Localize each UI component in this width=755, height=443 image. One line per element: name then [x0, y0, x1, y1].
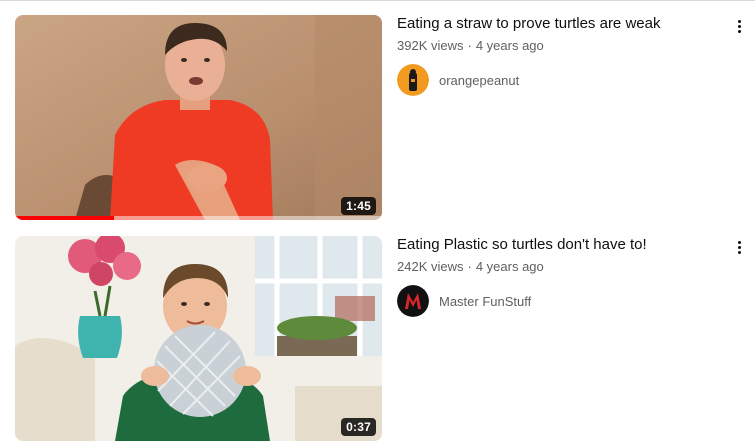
video-stats: 242K views · 4 years ago	[397, 259, 717, 275]
more-vert-icon	[737, 19, 741, 23]
thumbnail-image	[15, 15, 382, 220]
video-title[interactable]: Eating a straw to prove turtles are weak	[397, 15, 717, 33]
channel-name[interactable]: orangepeanut	[439, 73, 519, 88]
video-item[interactable]: 0:37 Eating Plastic so turtles don't hav…	[0, 236, 755, 441]
video-title[interactable]: Eating Plastic so turtles don't have to!	[397, 236, 717, 254]
separator: ·	[467, 259, 472, 274]
duration-badge: 1:45	[341, 197, 376, 215]
top-divider	[0, 0, 755, 1]
more-vert-icon-dot	[737, 24, 741, 28]
video-meta: Eating Plastic so turtles don't have to!…	[397, 236, 717, 275]
video-thumbnail[interactable]: 1:45	[15, 15, 382, 220]
channel-link[interactable]: orangepeanut	[397, 64, 519, 96]
separator: ·	[467, 38, 472, 53]
channel-name[interactable]: Master FunStuff	[439, 294, 531, 309]
upload-age: 4 years ago	[475, 259, 544, 274]
more-vert-icon	[737, 240, 741, 244]
video-item[interactable]: 1:45 Eating a straw to prove turtles are…	[0, 15, 755, 220]
video-meta: Eating a straw to prove turtles are weak…	[397, 15, 717, 54]
avatar[interactable]	[397, 285, 429, 317]
view-count: 242K views	[397, 259, 464, 274]
view-count: 392K views	[397, 38, 464, 53]
more-vert-icon-dot	[737, 245, 741, 249]
thumbnail-image	[15, 236, 382, 441]
more-vert-icon-dot	[737, 250, 741, 254]
channel-avatar-image	[397, 285, 429, 317]
watch-progress-bar	[15, 216, 382, 220]
video-stats: 392K views · 4 years ago	[397, 38, 717, 54]
more-vert-icon-dot	[737, 29, 741, 33]
duration-badge: 0:37	[341, 418, 376, 436]
upload-age: 4 years ago	[475, 38, 544, 53]
video-thumbnail[interactable]: 0:37	[15, 236, 382, 441]
channel-link[interactable]: Master FunStuff	[397, 285, 531, 317]
watch-progress-fill	[15, 216, 115, 220]
avatar[interactable]	[397, 64, 429, 96]
channel-avatar-image	[397, 64, 429, 96]
more-options-button[interactable]	[731, 236, 747, 258]
more-options-button[interactable]	[731, 15, 747, 37]
